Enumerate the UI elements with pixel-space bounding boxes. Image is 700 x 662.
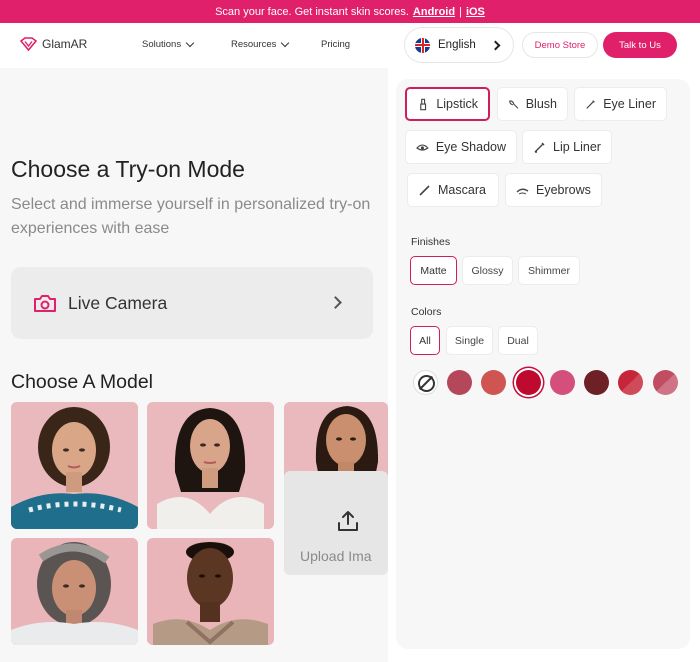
- color-swatch-5[interactable]: [584, 370, 609, 395]
- live-camera-label: Live Camera: [68, 292, 168, 313]
- color-swatch-2[interactable]: [481, 370, 506, 395]
- chevron-down-icon: [281, 38, 290, 48]
- colors-title: Colors: [411, 306, 442, 318]
- live-camera-button[interactable]: Live Camera: [11, 267, 373, 339]
- lip-liner-icon: [534, 142, 545, 153]
- nav-pricing[interactable]: Pricing: [321, 39, 350, 50]
- model-photo: [11, 402, 138, 529]
- color-filter-single[interactable]: Single: [446, 326, 493, 355]
- nav-resources[interactable]: Resources: [231, 38, 290, 50]
- color-swatch-7[interactable]: [653, 370, 678, 395]
- model-thumbnail-4[interactable]: [11, 538, 138, 645]
- nav-solutions-label: Solutions: [142, 39, 182, 50]
- nav-solutions[interactable]: Solutions: [142, 38, 195, 50]
- announcement-text: Scan your face. Get instant skin scores.: [215, 5, 409, 18]
- category-label: Eye Liner: [603, 97, 656, 111]
- model-thumbnail-1[interactable]: [11, 402, 138, 529]
- category-lipstick[interactable]: Lipstick: [405, 87, 490, 121]
- category-mascara[interactable]: Mascara: [407, 173, 499, 207]
- category-eye-liner[interactable]: Eye Liner: [574, 87, 667, 121]
- finishes-title: Finishes: [411, 236, 451, 248]
- category-label: Eye Shadow: [435, 140, 506, 154]
- category-label: Eyebrows: [536, 183, 591, 197]
- color-swatch-3[interactable]: [516, 370, 541, 395]
- category-blush[interactable]: Blush: [497, 87, 568, 121]
- color-swatch-6[interactable]: [618, 370, 643, 395]
- category-eyebrows[interactable]: Eyebrows: [505, 173, 602, 207]
- logo-text: GlamAR: [42, 37, 88, 51]
- model-thumbnail-2[interactable]: [147, 402, 274, 529]
- logo[interactable]: GlamAR: [20, 37, 87, 51]
- nav-resources-label: Resources: [231, 39, 277, 50]
- finish-shimmer[interactable]: Shimmer: [518, 256, 580, 285]
- color-swatch-1[interactable]: [447, 370, 472, 395]
- main-nav: GlamAR Solutions Resources Pricing Engli…: [0, 23, 700, 68]
- chevron-down-icon: [185, 38, 195, 48]
- makeup-panel: [396, 79, 690, 649]
- category-label: Lipstick: [436, 97, 478, 111]
- chevron-right-icon: [329, 296, 342, 309]
- upload-image-button[interactable]: Upload Ima: [284, 471, 388, 575]
- category-label: Mascara: [438, 183, 486, 197]
- color-filter-all[interactable]: All: [410, 326, 440, 355]
- uk-flag-icon: [415, 37, 430, 53]
- link-separator: |: [459, 5, 462, 18]
- finish-glossy[interactable]: Glossy: [462, 256, 513, 285]
- glamar-logo-icon: [20, 37, 37, 51]
- mascara-wand-icon: [419, 184, 430, 196]
- lipstick-icon: [420, 98, 427, 110]
- announcement-bar: Scan your face. Get instant skin scores.…: [0, 0, 700, 23]
- model-thumbnail-5[interactable]: [147, 538, 274, 645]
- blush-brush-icon: [509, 99, 519, 109]
- eye-shadow-icon: [416, 143, 429, 151]
- upload-label: Upload Ima: [300, 548, 372, 564]
- no-color-icon[interactable]: [413, 370, 438, 395]
- model-photo: [11, 538, 138, 645]
- page-subtitle: Select and immerse yourself in personali…: [11, 196, 371, 237]
- talk-to-us-button[interactable]: Talk to Us: [603, 32, 677, 58]
- color-filter-dual[interactable]: Dual: [498, 326, 538, 355]
- choose-model-title: Choose A Model: [11, 371, 154, 393]
- category-label: Lip Liner: [553, 140, 601, 154]
- android-link[interactable]: Android: [413, 6, 455, 18]
- upload-icon: [338, 511, 358, 531]
- page-title: Choose a Try-on Mode: [11, 156, 245, 182]
- model-photo: [147, 402, 274, 529]
- category-label: Blush: [525, 97, 557, 111]
- camera-icon: [34, 294, 56, 312]
- language-label: English: [438, 39, 476, 51]
- eyebrow-icon: [516, 188, 529, 194]
- category-eye-shadow[interactable]: Eye Shadow: [405, 130, 517, 164]
- language-selector[interactable]: English: [404, 27, 514, 63]
- demo-store-button[interactable]: Demo Store: [522, 32, 598, 58]
- color-swatch-4[interactable]: [550, 370, 575, 395]
- nav-pricing-label: Pricing: [321, 39, 351, 50]
- ios-link[interactable]: iOS: [466, 6, 485, 18]
- chevron-right-icon: [490, 40, 501, 51]
- category-lip-liner[interactable]: Lip Liner: [522, 130, 612, 164]
- eye-liner-icon: [586, 99, 595, 109]
- model-photo: [147, 538, 274, 645]
- finish-matte[interactable]: Matte: [410, 256, 457, 285]
